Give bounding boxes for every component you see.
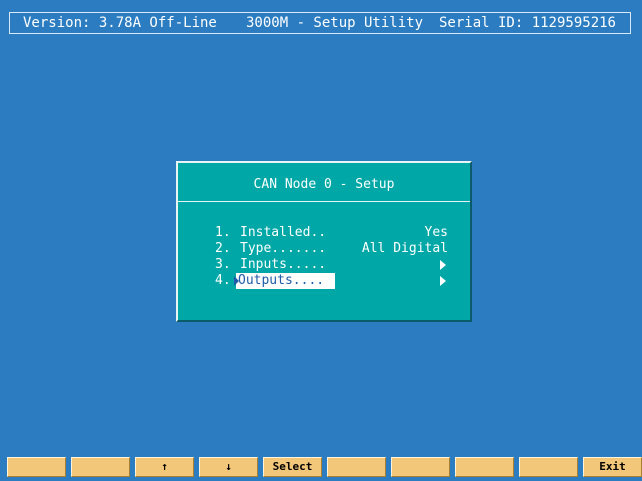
menu-item-value: All Digital bbox=[361, 241, 448, 256]
submenu-arrow-icon bbox=[440, 276, 446, 286]
fkey-6-button[interactable] bbox=[327, 457, 386, 477]
fkey-7-button[interactable] bbox=[391, 457, 450, 477]
selection-cursor-icon bbox=[234, 276, 239, 286]
fkey-9-button[interactable] bbox=[519, 457, 578, 477]
menu-item-installed[interactable]: 1. Installed.. Yes bbox=[178, 225, 470, 241]
fkey-2-button[interactable] bbox=[71, 457, 130, 477]
setup-screen: Version: 3.78A Off-Line 3000M - Setup Ut… bbox=[0, 0, 642, 481]
menu-item-label: Installed.. bbox=[240, 225, 327, 240]
menu-item-number: 1. bbox=[215, 225, 231, 240]
dialog-title: CAN Node 0 - Setup bbox=[253, 177, 395, 192]
menu-item-value: Yes bbox=[424, 225, 448, 240]
exit-button[interactable]: Exit bbox=[583, 457, 642, 477]
fkey-1-button[interactable] bbox=[7, 457, 66, 477]
menu-item-label: Outputs.... bbox=[236, 273, 335, 289]
menu-item-label: Type....... bbox=[240, 241, 327, 256]
version-text: Version: 3.78A Off-Line bbox=[23, 15, 217, 31]
menu-item-number: 4. bbox=[215, 273, 231, 288]
menu-item-label: Inputs..... bbox=[240, 257, 327, 272]
menu-item-number: 2. bbox=[215, 241, 231, 256]
select-button[interactable]: Select bbox=[263, 457, 322, 477]
function-key-bar: ↑ ↓ Select Exit bbox=[0, 457, 642, 477]
down-arrow-button[interactable]: ↓ bbox=[199, 457, 258, 477]
header-bar: Version: 3.78A Off-Line 3000M - Setup Ut… bbox=[9, 12, 631, 34]
serial-id-text: Serial ID: 1129595216 bbox=[438, 15, 616, 31]
can-node-setup-dialog: CAN Node 0 - Setup 1. Installed.. Yes 2.… bbox=[176, 161, 472, 322]
up-arrow-button[interactable]: ↑ bbox=[135, 457, 194, 477]
app-title: 3000M - Setup Utility bbox=[246, 15, 424, 31]
menu-item-number: 3. bbox=[215, 257, 231, 272]
menu-item-type[interactable]: 2. Type....... All Digital bbox=[178, 241, 470, 257]
menu-item-outputs[interactable]: 4. Outputs.... bbox=[178, 273, 470, 289]
fkey-8-button[interactable] bbox=[455, 457, 514, 477]
menu-item-inputs[interactable]: 3. Inputs..... bbox=[178, 257, 470, 273]
dialog-divider bbox=[178, 201, 470, 202]
submenu-arrow-icon bbox=[440, 260, 446, 270]
